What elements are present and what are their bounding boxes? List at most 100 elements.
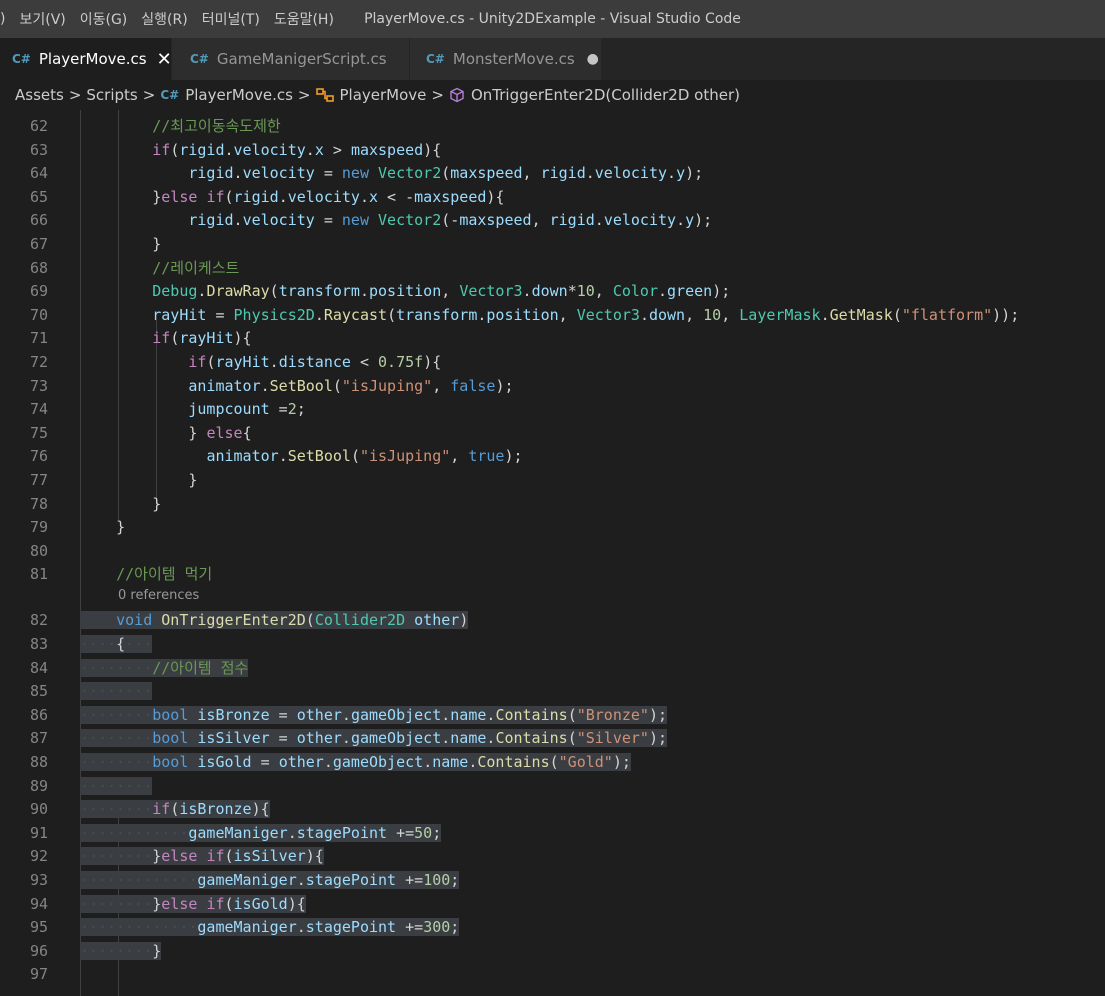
line-number: 90	[29, 800, 48, 819]
code-line[interactable]: 92 ········}else if(isSilver){	[0, 845, 1105, 869]
line-number: 70	[29, 305, 48, 324]
line-number: 92	[29, 847, 48, 866]
csharp-file-icon: C#	[426, 52, 445, 66]
code-line[interactable]: 96 ········}	[0, 940, 1105, 964]
code-line[interactable]: 89 ········	[0, 775, 1105, 799]
code-line[interactable]: 78 }	[0, 493, 1105, 517]
line-number: 91	[29, 823, 48, 842]
code-line[interactable]: 71 if(rayHit){	[0, 327, 1105, 351]
code-line[interactable]: 90 ········if(isBronze){	[0, 798, 1105, 822]
code-line[interactable]: 76 animator.SetBool("isJuping", true);	[0, 445, 1105, 469]
menu-item-terminal[interactable]: 터미널(T)	[195, 0, 267, 38]
code-line[interactable]: 80	[0, 540, 1105, 564]
code-line[interactable]: 85 ········	[0, 680, 1105, 704]
code-text: void OnTriggerEnter2D(Collider2D other)	[80, 609, 469, 633]
code-text: }	[116, 518, 126, 537]
code-text: if(rayHit.distance < 0.75f){	[188, 353, 442, 371]
code-text: //아이템 먹기	[116, 565, 213, 584]
breadcrumb-method-label: OnTriggerEnter2D(Collider2D other)	[470, 86, 740, 104]
code-text: }	[188, 471, 198, 489]
code-text: rigid.velocity = new Vector2(maxspeed, r…	[188, 164, 704, 183]
code-line[interactable]: 83 ····{···	[0, 633, 1105, 657]
code-text: }else if(rigid.velocity.x < -maxspeed){	[152, 187, 505, 206]
breadcrumb-class[interactable]: PlayerMove	[315, 86, 426, 104]
line-number: 63	[29, 140, 48, 159]
code-editor[interactable]: 62 //최고이동속도제한 63 if(rigid.velocity.x > ma…	[0, 110, 1105, 996]
code-text: animator.SetBool("isJuping", false);	[188, 376, 514, 395]
code-line[interactable]: 87 ········bool isSilver = other.gameObje…	[0, 727, 1105, 751]
code-line[interactable]: 93 ·············gameManiger.stagePoint +=…	[0, 869, 1105, 893]
code-text: ········	[80, 682, 153, 701]
tab-monstermove[interactable]: C# MonsterMove.cs ●	[410, 38, 602, 80]
code-line[interactable]: 88 ········bool isGold = other.gameObject…	[0, 751, 1105, 775]
code-text: if(rayHit){	[152, 329, 252, 348]
code-text: ········}	[80, 941, 162, 960]
code-line[interactable]: 70 rayHit = Physics2D.Raycast(transform.…	[0, 304, 1105, 328]
code-line[interactable]: 73 animator.SetBool("isJuping", false);	[0, 375, 1105, 399]
code-line[interactable]: 95 ·············gameManiger.stagePoint +=…	[0, 916, 1105, 940]
line-number: 82	[29, 611, 48, 630]
code-line[interactable]: 68 //레이케스트	[0, 257, 1105, 281]
code-text: ········bool isBronze = other.gameObject…	[80, 705, 668, 724]
chevron-right-icon: >	[297, 86, 311, 104]
code-line[interactable]: 65 }else if(rigid.velocity.x < -maxspeed…	[0, 186, 1105, 210]
chevron-right-icon: >	[142, 86, 156, 104]
codelens-references[interactable]: 0 references	[118, 588, 199, 603]
unsaved-dot-icon[interactable]: ●	[587, 51, 599, 67]
code-text: ········bool isSilver = other.gameObject…	[80, 729, 668, 748]
code-line[interactable]: 75 } else{	[0, 422, 1105, 446]
code-line[interactable]: 69 Debug.DrawRay(transform.position, Vec…	[0, 280, 1105, 304]
editor-tab-bar: C# PlayerMove.cs ✕ C# GameManigerScript.…	[0, 38, 1105, 80]
menu-item-help[interactable]: 도움말(H)	[267, 0, 341, 38]
code-text: }	[152, 235, 162, 253]
breadcrumb-method[interactable]: OnTriggerEnter2D(Collider2D other)	[449, 86, 740, 104]
code-line[interactable]: 74 jumpcount =2;	[0, 398, 1105, 422]
code-line[interactable]: 72 if(rayHit.distance < 0.75f){	[0, 351, 1105, 375]
code-line[interactable]: 86 ········bool isBronze = other.gameObje…	[0, 704, 1105, 728]
code-text: ·············gameManiger.stagePoint +=10…	[80, 871, 460, 890]
code-text: ········//아이템 점수	[80, 658, 249, 677]
breadcrumb-file[interactable]: C# PlayerMove.cs	[160, 86, 293, 104]
line-number: 93	[29, 871, 48, 890]
code-line[interactable]: 64 rigid.velocity = new Vector2(maxspeed…	[0, 162, 1105, 186]
code-text: ············gameManiger.stagePoint +=50;	[80, 823, 442, 842]
code-line[interactable]: 62 //최고이동속도제한	[0, 115, 1105, 139]
menu-bar: ) 보기(V) 이동(G) 실행(R) 터미널(T) 도움말(H)	[0, 0, 341, 38]
csharp-file-icon: C#	[190, 52, 209, 66]
code-text: } else{	[188, 423, 252, 442]
tab-gamemanigerscript[interactable]: C# GameManigerScript.cs	[172, 38, 410, 80]
code-line[interactable]: 84 ········//아이템 점수	[0, 657, 1105, 681]
code-text: animator.SetBool("isJuping", true);	[206, 447, 523, 466]
code-text: rigid.velocity = new Vector2(-maxspeed, …	[188, 211, 713, 230]
line-number: 71	[29, 329, 48, 348]
line-number: 88	[29, 753, 48, 772]
code-line[interactable]: 81 //아이템 먹기	[0, 563, 1105, 587]
code-line[interactable]: 66 rigid.velocity = new Vector2(-maxspee…	[0, 209, 1105, 233]
breadcrumb-assets[interactable]: Assets	[15, 86, 64, 104]
code-line[interactable]: 63 if(rigid.velocity.x > maxspeed){	[0, 139, 1105, 163]
menu-item-view[interactable]: 보기(V)	[12, 0, 72, 38]
code-line[interactable]: 94 ········}else if(isGold){	[0, 893, 1105, 917]
code-line[interactable]: 97	[0, 963, 1105, 987]
line-number: 79	[29, 518, 48, 537]
code-text: //최고이동속도제한	[152, 117, 281, 135]
tab-label: GameManigerScript.cs	[216, 50, 387, 68]
code-line[interactable]: 82 void OnTriggerEnter2D(Collider2D othe…	[0, 609, 1105, 633]
line-number: 95	[29, 918, 48, 937]
line-number: 87	[29, 729, 48, 748]
menu-item-run[interactable]: 실행(R)	[134, 0, 194, 38]
code-text: ········}else if(isSilver){	[80, 847, 324, 866]
close-icon[interactable]: ✕	[157, 49, 172, 70]
csharp-file-icon: C#	[160, 88, 180, 102]
menu-item-go[interactable]: 이동(G)	[73, 0, 135, 38]
line-number: 69	[29, 282, 48, 301]
chevron-right-icon: >	[431, 86, 444, 104]
code-line[interactable]: 79 }	[0, 516, 1105, 540]
breadcrumb-scripts[interactable]: Scripts	[86, 86, 137, 104]
code-line[interactable]: 91 ············gameManiger.stagePoint +=5…	[0, 822, 1105, 846]
menu-item-partial[interactable]: )	[0, 0, 12, 38]
code-text: }	[152, 494, 162, 513]
code-line[interactable]: 67 }	[0, 233, 1105, 257]
tab-playermove[interactable]: C# PlayerMove.cs ✕	[0, 38, 172, 80]
code-line[interactable]: 77 }	[0, 469, 1105, 493]
